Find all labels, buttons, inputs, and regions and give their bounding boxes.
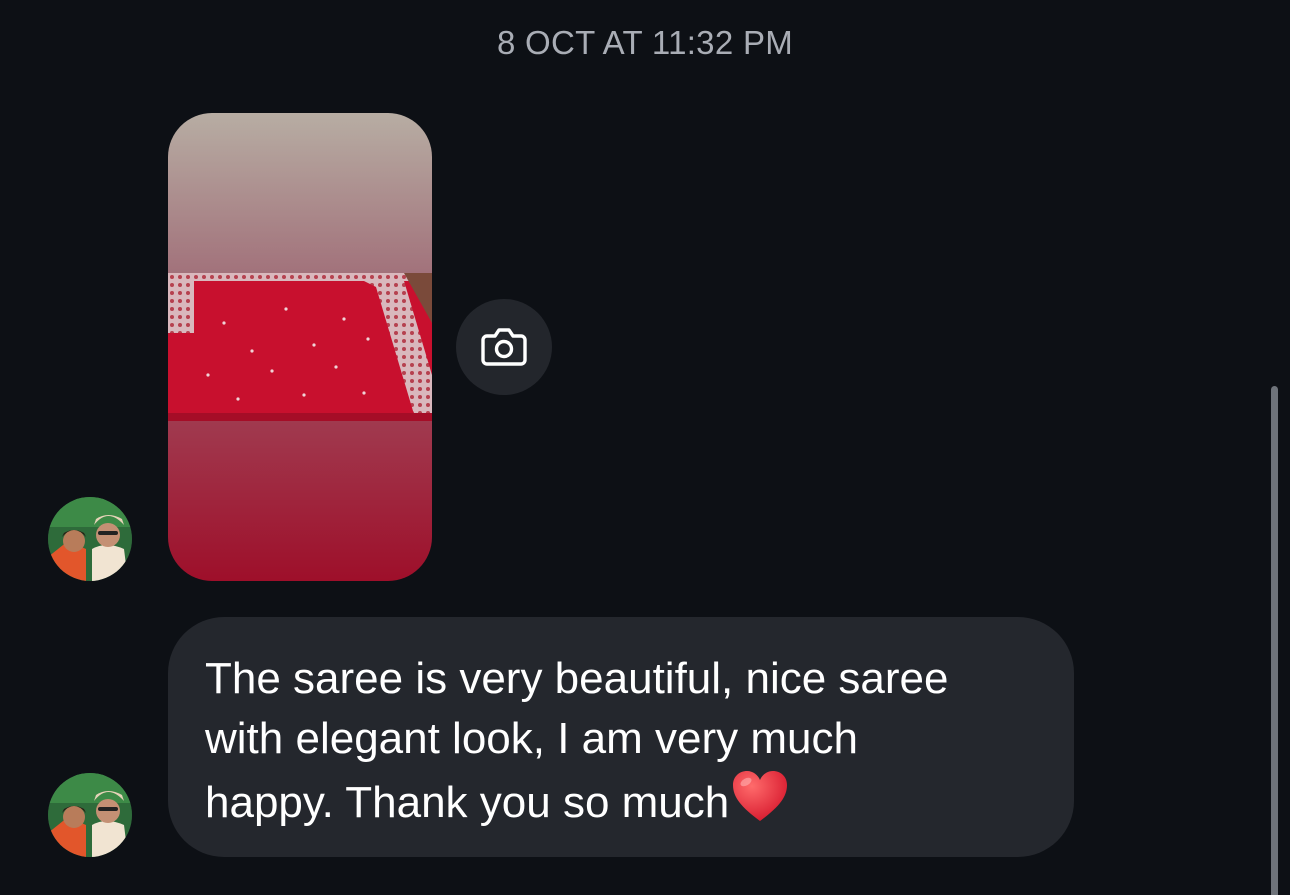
message-line-text: happy. Thank you so much xyxy=(205,778,730,827)
message-line-last: happy. Thank you so much xyxy=(205,769,1038,833)
sender-avatar[interactable] xyxy=(48,497,132,581)
saree-photo xyxy=(168,113,432,581)
camera-reply-button[interactable] xyxy=(456,299,552,395)
photo-message[interactable] xyxy=(168,113,432,581)
message-line: The saree is very beautiful, nice saree xyxy=(205,654,949,703)
message-line: with elegant look, I am very much xyxy=(205,714,858,763)
chat-screen: 8 OCT AT 11:32 PM The saree is very beau… xyxy=(0,0,1290,895)
camera-icon xyxy=(481,328,527,366)
text-message-bubble[interactable]: The saree is very beautiful, nice saree … xyxy=(168,617,1074,857)
avatar-photo xyxy=(48,497,132,581)
heart-emoji-icon xyxy=(733,771,788,821)
message-timestamp: 8 OCT AT 11:32 PM xyxy=(496,24,794,61)
avatar-photo xyxy=(48,773,132,857)
sender-avatar[interactable] xyxy=(48,773,132,857)
scrollbar[interactable] xyxy=(1271,386,1278,895)
